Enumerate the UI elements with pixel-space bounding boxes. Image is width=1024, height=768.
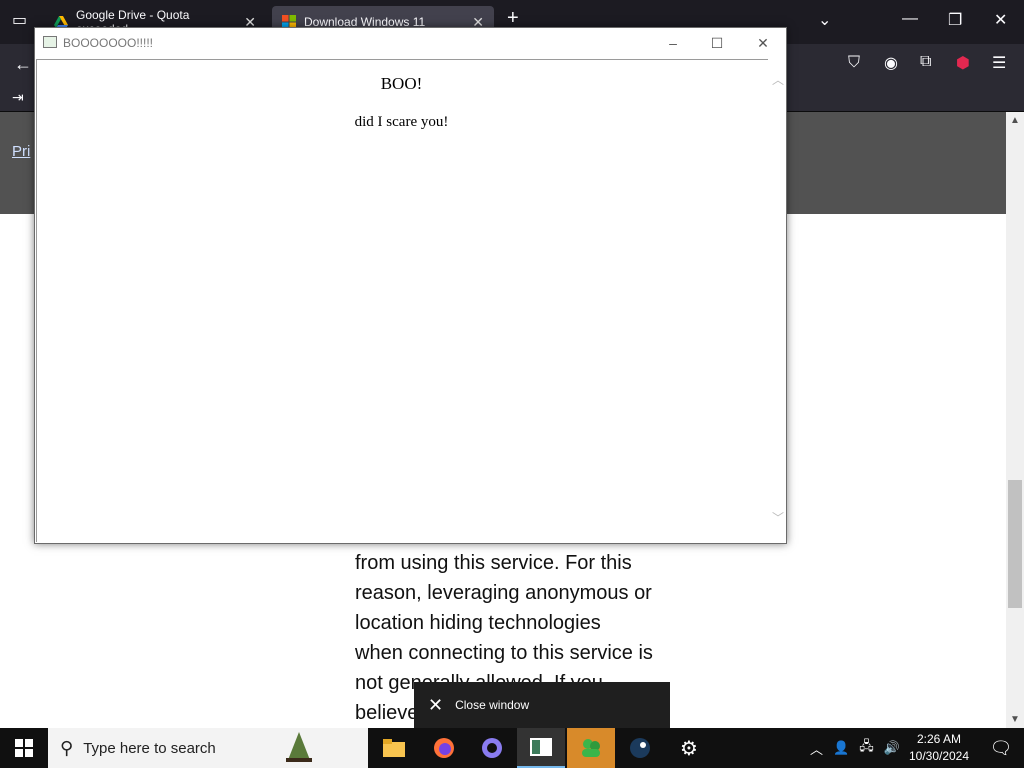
search-placeholder: Type here to search <box>83 739 216 757</box>
notification-center-icon[interactable]: 🗨 <box>978 728 1024 768</box>
clock-date: 10/30/2024 <box>908 749 970 763</box>
close-icon: ✕ <box>428 694 444 715</box>
scroll-up-arrow-icon[interactable]: ▲ <box>1010 115 1020 126</box>
text-line: reason, leveraging anonymous or <box>355 582 652 604</box>
window-minimize-icon[interactable]: — <box>902 10 918 28</box>
scroll-down-arrow-icon[interactable]: ▼ <box>1010 714 1020 725</box>
show-hidden-icons-chevron-icon[interactable]: ︿ <box>810 739 823 758</box>
back-arrow-icon[interactable]: ← <box>14 54 32 75</box>
taskbar-search-box[interactable]: ⚲ Type here to search <box>48 728 368 768</box>
popup-message: did I scare you! <box>354 114 449 130</box>
popup-scrollbar[interactable]: ︿ ﹀ <box>768 59 786 542</box>
file-explorer-icon[interactable] <box>370 728 418 768</box>
window-restore-icon[interactable]: ❐ <box>948 10 962 30</box>
scroll-thumb[interactable] <box>1008 480 1022 608</box>
search-icon: ⚲ <box>60 737 74 758</box>
popup-window: BOOOOOOO!!!!! – ☐ ✕ ︿ ﹀ BOO! did I scare… <box>34 27 787 544</box>
text-line: location hiding technologies <box>355 612 601 634</box>
text-line: from using this service. For this <box>355 552 632 574</box>
popup-heading: BOO! <box>380 74 423 93</box>
window-app-icon <box>43 36 57 48</box>
close-window-tooltip[interactable]: ✕ Close window <box>414 682 670 728</box>
tab-list-icon[interactable]: ▭ <box>12 10 27 30</box>
popup-title-bar[interactable]: BOOOOOOO!!!!! – ☐ ✕ <box>35 28 786 58</box>
chevron-up-icon[interactable]: ︿ <box>772 71 784 88</box>
clock-time: 2:26 AM <box>916 732 962 746</box>
taskbar-clock[interactable]: 2:26 AM 10/30/2024 <box>904 731 974 765</box>
steam-icon[interactable] <box>616 728 664 768</box>
popup-title: BOOOOOOO!!!!! <box>63 36 154 50</box>
windows-taskbar: ⚲ Type here to search ⚙ ︿ 👤 🖧 🔊 2:26 AM … <box>0 728 1024 768</box>
pocket-icon[interactable]: ⛉ <box>848 54 860 72</box>
chevron-down-icon[interactable]: ﹀ <box>772 509 784 526</box>
popup-minimize-button[interactable]: – <box>651 32 695 54</box>
account-icon[interactable]: ◉ <box>884 53 898 73</box>
tooltip-label: Close window <box>455 698 530 712</box>
volume-icon[interactable]: 🔊 <box>884 740 900 756</box>
privacy-link[interactable]: Pri <box>12 143 30 160</box>
windows-start-icon <box>15 739 33 757</box>
witch-hat-icon <box>286 732 312 762</box>
tray-user-icon[interactable]: 👤 <box>833 740 849 756</box>
system-tray: ︿ 👤 🖧 🔊 <box>810 728 900 768</box>
settings-gear-icon[interactable]: ⚙ <box>665 728 713 768</box>
popup-close-button[interactable]: ✕ <box>741 32 785 54</box>
ublock-icon[interactable]: ⬢ <box>956 53 970 73</box>
popup-maximize-button[interactable]: ☐ <box>695 32 739 54</box>
bittorrent-icon[interactable] <box>468 728 516 768</box>
popup-content <box>36 59 768 542</box>
page-scrollbar[interactable] <box>1006 112 1024 728</box>
text-line: when connecting to this service is <box>355 642 653 664</box>
import-bookmarks-icon[interactable]: ⇥ <box>12 89 24 106</box>
start-button[interactable] <box>0 728 48 768</box>
extensions-icon[interactable]: ⧉ <box>920 53 931 71</box>
network-icon[interactable]: 🖧 <box>859 737 874 759</box>
window-close-icon[interactable]: ✕ <box>994 10 1007 30</box>
popup-window-app-icon[interactable] <box>517 728 565 768</box>
messenger-icon[interactable] <box>567 728 615 768</box>
firefox-icon[interactable] <box>420 728 468 768</box>
list-all-tabs-icon[interactable]: ⌄ <box>818 10 831 30</box>
menu-hamburger-icon[interactable]: ☰ <box>992 53 1006 73</box>
